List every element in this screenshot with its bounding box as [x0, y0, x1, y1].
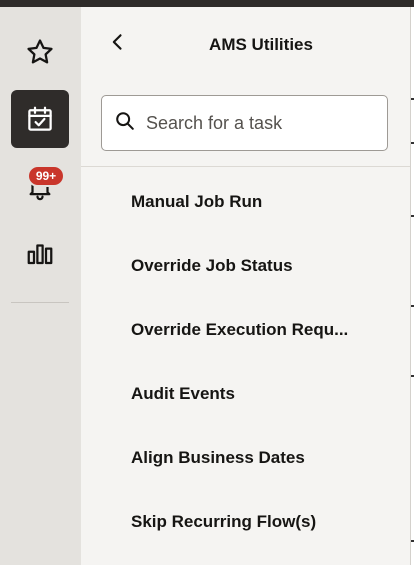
task-audit-events[interactable]: Audit Events	[131, 379, 391, 409]
task-override-job-status[interactable]: Override Job Status	[131, 251, 391, 281]
notification-badge: 99+	[27, 165, 65, 187]
panel-divider	[81, 166, 410, 167]
main-content-edge	[410, 7, 414, 565]
favorites-button[interactable]	[11, 23, 69, 81]
chevron-left-icon	[108, 32, 128, 57]
task-override-execution-request[interactable]: Override Execution Requ...	[131, 315, 391, 345]
analytics-button[interactable]	[11, 224, 69, 282]
rail-divider	[11, 302, 69, 303]
tasks-panel: AMS Utilities Manual Job Run Override Jo…	[81, 7, 410, 565]
star-icon	[25, 37, 55, 67]
search-box[interactable]	[101, 95, 388, 151]
back-button[interactable]	[105, 31, 131, 57]
search-icon	[114, 110, 136, 137]
calendar-check-icon	[25, 104, 55, 134]
task-skip-recurring-flows[interactable]: Skip Recurring Flow(s)	[131, 507, 391, 537]
panel-title: AMS Utilities	[209, 35, 313, 54]
top-bar	[0, 0, 414, 7]
tasks-button[interactable]	[11, 90, 69, 148]
nav-rail: 99+	[0, 7, 81, 565]
task-manual-job-run[interactable]: Manual Job Run	[131, 187, 391, 217]
task-align-business-dates[interactable]: Align Business Dates	[131, 443, 391, 473]
panel-header: AMS Utilities	[81, 7, 410, 85]
bar-chart-icon	[25, 238, 55, 268]
search-input[interactable]	[146, 112, 376, 134]
